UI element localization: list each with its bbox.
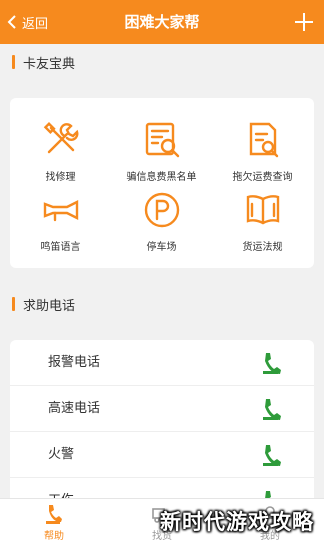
grid-item-blacklist[interactable]: 骗信息费黑名单: [111, 120, 212, 192]
section-accent-bar: [12, 297, 15, 311]
row-label: 火警: [48, 447, 75, 462]
section-accent-bar: [12, 55, 15, 69]
plus-icon[interactable]: [290, 8, 318, 36]
help-section-header: 求助电话: [0, 286, 324, 322]
horn-icon: [43, 200, 78, 222]
row-label: 高速电话: [48, 401, 101, 416]
row-label: 报警电话: [48, 355, 101, 370]
grid-item-repair[interactable]: 找修理: [10, 120, 111, 192]
phone-icon[interactable]: [260, 443, 282, 467]
regulation-book-icon: [246, 195, 279, 225]
grid-item-regulation[interactable]: 货运法规: [212, 190, 313, 262]
grid-item-freight[interactable]: 拖欠运费查询: [212, 120, 313, 192]
manual-card: 找修理 骗信息费黑名单 拖欠运费查询 鸣笛语言 停车场 货运法规: [10, 98, 314, 268]
grid-label-horn: 鸣笛语言: [40, 242, 81, 253]
manual-section-title: 卡友宝典: [23, 56, 76, 72]
help-tab-icon: [46, 505, 62, 524]
phone-icon[interactable]: [260, 351, 282, 375]
watermark-text: 新时代游戏攻略: [160, 510, 314, 534]
tab-help[interactable]: 帮助: [0, 499, 108, 544]
freight-search-icon: [249, 122, 278, 158]
list-item-fire[interactable]: 火警: [10, 432, 314, 478]
repair-tools-icon: [43, 122, 78, 154]
help-section-title: 求助电话: [23, 298, 76, 314]
list-item-police[interactable]: 报警电话: [10, 340, 314, 386]
grid-label-parking: 停车场: [146, 242, 177, 253]
grid-label-repair: 找修理: [45, 172, 76, 183]
grid-label-blacklist: 骗信息费黑名单: [126, 172, 197, 183]
tab-label-help: 帮助: [44, 531, 64, 542]
grid-label-regulation: 货运法规: [242, 242, 283, 253]
page-title: 困难大家帮: [124, 13, 200, 31]
grid-item-horn[interactable]: 鸣笛语言: [10, 190, 111, 262]
top-bar: 返回 困难大家帮: [0, 0, 324, 44]
parking-icon: [144, 192, 179, 228]
blacklist-search-icon: [145, 122, 179, 158]
manual-section-header: 卡友宝典: [0, 44, 324, 80]
grid-item-parking[interactable]: 停车场: [111, 190, 212, 262]
grid-label-freight: 拖欠运费查询: [232, 172, 293, 183]
list-item-highway[interactable]: 高速电话: [10, 386, 314, 432]
phone-icon[interactable]: [260, 397, 282, 421]
